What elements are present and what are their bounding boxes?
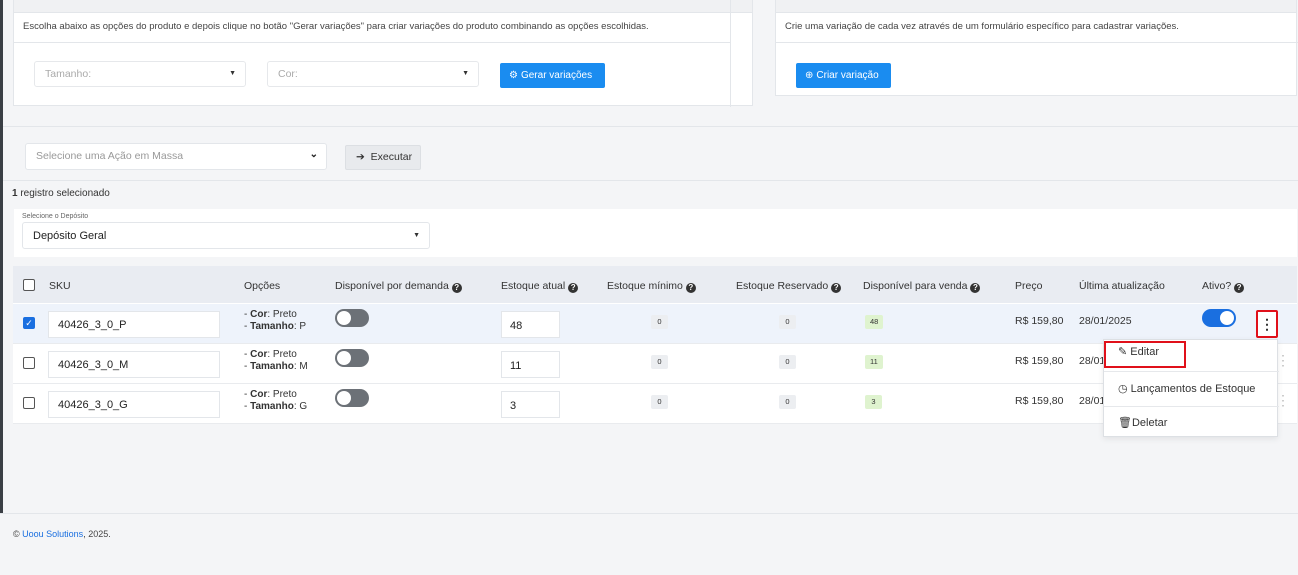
trash-icon: 🗑: [1118, 417, 1132, 429]
cor-placeholder: Cor:: [278, 68, 298, 80]
row-options: - Cor: Preto - Tamanho: G: [244, 389, 308, 412]
generate-variations-panel: Escolha abaixo as opções do produto e de…: [13, 0, 753, 107]
sku-input[interactable]: 40426_3_0_G: [48, 391, 220, 418]
on-demand-toggle[interactable]: [335, 389, 369, 407]
table-header: SKU Opções Disponível por demanda ? Esto…: [13, 266, 1297, 303]
mass-action-placeholder: Selecione uma Ação em Massa: [36, 150, 184, 162]
header-available: Disponível para venda ?: [863, 280, 981, 293]
min-stock-badge: 0: [651, 395, 668, 409]
help-icon[interactable]: ?: [970, 283, 981, 293]
header-on-demand: Disponível por demanda ?: [335, 280, 462, 293]
deposit-label: Selecione o Depósito: [22, 213, 89, 220]
tamanho-select[interactable]: Tamanho: ▼: [34, 61, 246, 87]
plus-circle-icon: ⊕: [805, 70, 814, 81]
row-options: - Cor: Preto - Tamanho: P: [244, 309, 307, 332]
active-toggle[interactable]: [1202, 309, 1236, 327]
panel-divider: [776, 42, 1298, 43]
on-demand-toggle[interactable]: [335, 349, 369, 367]
header-sku[interactable]: SKU: [49, 280, 71, 292]
create-variation-panel: Crie uma variação de cada vez através de…: [775, 0, 1298, 96]
row-checkbox[interactable]: ✓: [23, 317, 35, 329]
stock-input[interactable]: 3: [501, 391, 560, 418]
arrow-right-icon: ➔: [356, 151, 365, 163]
stock-input[interactable]: 11: [501, 351, 560, 378]
header-options: Opções: [244, 280, 281, 292]
price: R$ 159,80: [1015, 395, 1064, 407]
footer: [0, 513, 1298, 575]
available-badge: 3: [865, 395, 882, 409]
table-row: ✓ 40426_3_0_P - Cor: Preto - Tamanho: P 4…: [13, 304, 1297, 344]
tamanho-placeholder: Tamanho:: [45, 68, 92, 80]
menu-item-stock-entries[interactable]: ◷ Lançamentos de Estoque: [1104, 382, 1279, 395]
selection-count: 1 registro selecionado: [12, 188, 110, 199]
footer-text: © Uoou Solutions, 2025.: [13, 529, 111, 539]
generate-description: Escolha abaixo as opções do produto e de…: [23, 21, 649, 32]
caret-down-icon: ▼: [413, 232, 420, 239]
row-options: - Cor: Preto - Tamanho: M: [244, 349, 308, 372]
chevron-down-icon: ⌄: [309, 149, 318, 160]
header-updated: Última atualização: [1079, 280, 1165, 292]
min-stock-badge: 0: [651, 355, 668, 369]
execute-label: Executar: [370, 151, 413, 163]
header-stock: Estoque atual ?: [501, 280, 579, 293]
select-all-checkbox[interactable]: [23, 279, 35, 291]
window-frame: [0, 0, 3, 575]
caret-down-icon: ▼: [229, 70, 236, 77]
panel-header: [776, 0, 1296, 13]
create-description: Crie uma variação de cada vez através de…: [785, 21, 1179, 32]
header-min-stock: Estoque mínimo ?: [607, 280, 696, 293]
cor-select[interactable]: Cor: ▼: [267, 61, 479, 87]
on-demand-toggle[interactable]: [335, 309, 369, 327]
header-active: Ativo? ?: [1202, 280, 1245, 293]
price: R$ 159,80: [1015, 355, 1064, 367]
caret-down-icon: ▼: [462, 70, 469, 77]
menu-divider: [1104, 371, 1279, 372]
brand-link[interactable]: Uoou Solutions: [22, 529, 83, 539]
available-badge: 48: [865, 315, 884, 329]
available-badge: 11: [865, 355, 883, 369]
price: R$ 159,80: [1015, 315, 1064, 327]
reserved-badge: 0: [779, 315, 796, 329]
min-stock-badge: 0: [651, 315, 668, 329]
deposit-select[interactable]: Depósito Geral ▼: [22, 222, 430, 249]
sku-input[interactable]: 40426_3_0_M: [48, 351, 220, 378]
menu-divider: [1104, 406, 1279, 407]
execute-button[interactable]: ➔ Executar: [345, 145, 421, 170]
section-divider: [3, 126, 1298, 127]
create-variation-label: Criar variação: [816, 70, 879, 81]
help-icon[interactable]: ?: [831, 283, 842, 293]
sku-input[interactable]: 40426_3_0_P: [48, 311, 220, 338]
updated-date: 28/01: [1079, 355, 1106, 367]
mass-action-select[interactable]: Selecione uma Ação em Massa ⌄: [25, 143, 327, 170]
help-icon[interactable]: ?: [685, 283, 696, 293]
panel-divider: [14, 42, 730, 43]
header-price: Preço: [1015, 280, 1043, 292]
updated-date: 28/01/2025: [1079, 315, 1132, 327]
help-icon[interactable]: ?: [1234, 283, 1245, 293]
menu-item-delete[interactable]: 🗑Deletar: [1104, 416, 1279, 429]
more-actions-icon[interactable]: ⋮: [1256, 310, 1278, 338]
clock-icon: ◷: [1118, 383, 1128, 395]
panel-vertical-divider: [730, 0, 731, 107]
reserved-badge: 0: [779, 355, 796, 369]
stock-input[interactable]: 48: [501, 311, 560, 338]
row-checkbox[interactable]: [23, 357, 35, 369]
help-icon[interactable]: ?: [451, 283, 462, 293]
deposit-value: Depósito Geral: [33, 230, 107, 242]
edit-highlight: [1104, 341, 1186, 368]
help-icon[interactable]: ?: [568, 283, 579, 293]
reserved-badge: 0: [779, 395, 796, 409]
updated-date: 28/01: [1079, 395, 1106, 407]
panel-header: [14, 0, 752, 13]
section-divider: [3, 180, 1298, 181]
gears-icon: ⚙: [509, 70, 518, 81]
row-checkbox[interactable]: [23, 397, 35, 409]
header-reserved: Estoque Reservado ?: [736, 280, 842, 293]
generate-variations-label: Gerar variações: [520, 70, 593, 81]
generate-variations-button[interactable]: ⚙ Gerar variações: [500, 63, 605, 88]
create-variation-button[interactable]: ⊕ Criar variação: [796, 63, 891, 88]
